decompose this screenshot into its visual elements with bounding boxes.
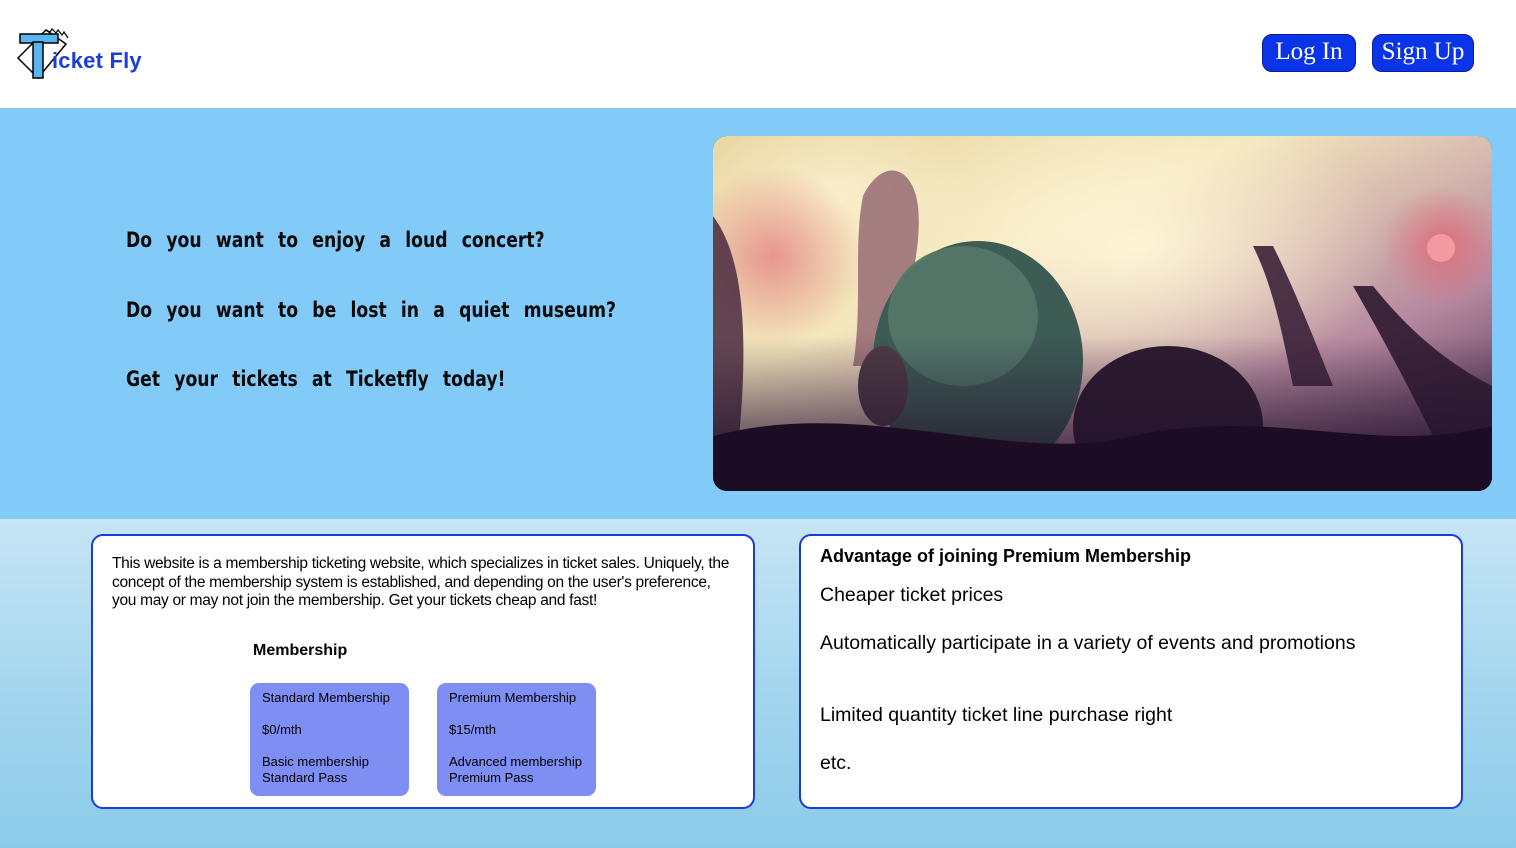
login-button[interactable]: Log In	[1262, 34, 1356, 72]
ticketfly-logo[interactable]: icket Fly	[16, 26, 176, 82]
concert-crowd-photo	[713, 136, 1492, 491]
top-nav: icket Fly Log In Sign Up	[0, 0, 1516, 108]
plan-name: Premium Membership	[449, 690, 577, 705]
plan-price: $15/mth	[449, 722, 496, 737]
membership-heading: Membership	[253, 642, 348, 659]
concert-photo-illustration	[713, 136, 1492, 491]
plan-name: Standard Membership	[262, 690, 390, 705]
plan-pass: Premium Pass	[449, 770, 534, 785]
info-section: This website is a membership ticketing w…	[0, 519, 1516, 848]
hero-line-cta: Get your tickets at Ticketfly today!	[126, 367, 506, 391]
plan-pass: Standard Pass	[262, 770, 348, 785]
advantages-card: Advantage of joining Premium Membership …	[799, 534, 1463, 809]
plan-description: Basic membership	[262, 754, 369, 769]
advantage-item: etc.	[820, 752, 852, 774]
advantage-item: Limited quantity ticket line purchase ri…	[820, 704, 1173, 726]
standard-membership-card[interactable]: Standard Membership $0/mth Basic members…	[250, 683, 409, 796]
plan-price: $0/mth	[262, 722, 302, 737]
advantage-item: Cheaper ticket prices	[820, 584, 1004, 606]
plan-description: Advanced membership	[449, 754, 582, 769]
hero-banner: Do you want to enjoy a loud concert? Do …	[0, 108, 1516, 519]
signup-button[interactable]: Sign Up	[1372, 34, 1474, 72]
advantages-heading: Advantage of joining Premium Membership	[820, 546, 1192, 566]
hero-line-concert: Do you want to enjoy a loud concert?	[126, 228, 545, 252]
intro-text: This website is a membership ticketing w…	[112, 555, 730, 609]
advantage-item: Automatically participate in a variety o…	[820, 632, 1356, 654]
premium-membership-card[interactable]: Premium Membership $15/mth Advanced memb…	[437, 683, 596, 796]
about-card: This website is a membership ticketing w…	[91, 534, 755, 809]
page: icket Fly Log In Sign Up Do you want to …	[0, 0, 1516, 848]
logo-text: icket Fly	[52, 48, 142, 73]
hero-line-museum: Do you want to be lost in a quiet museum…	[126, 298, 617, 322]
